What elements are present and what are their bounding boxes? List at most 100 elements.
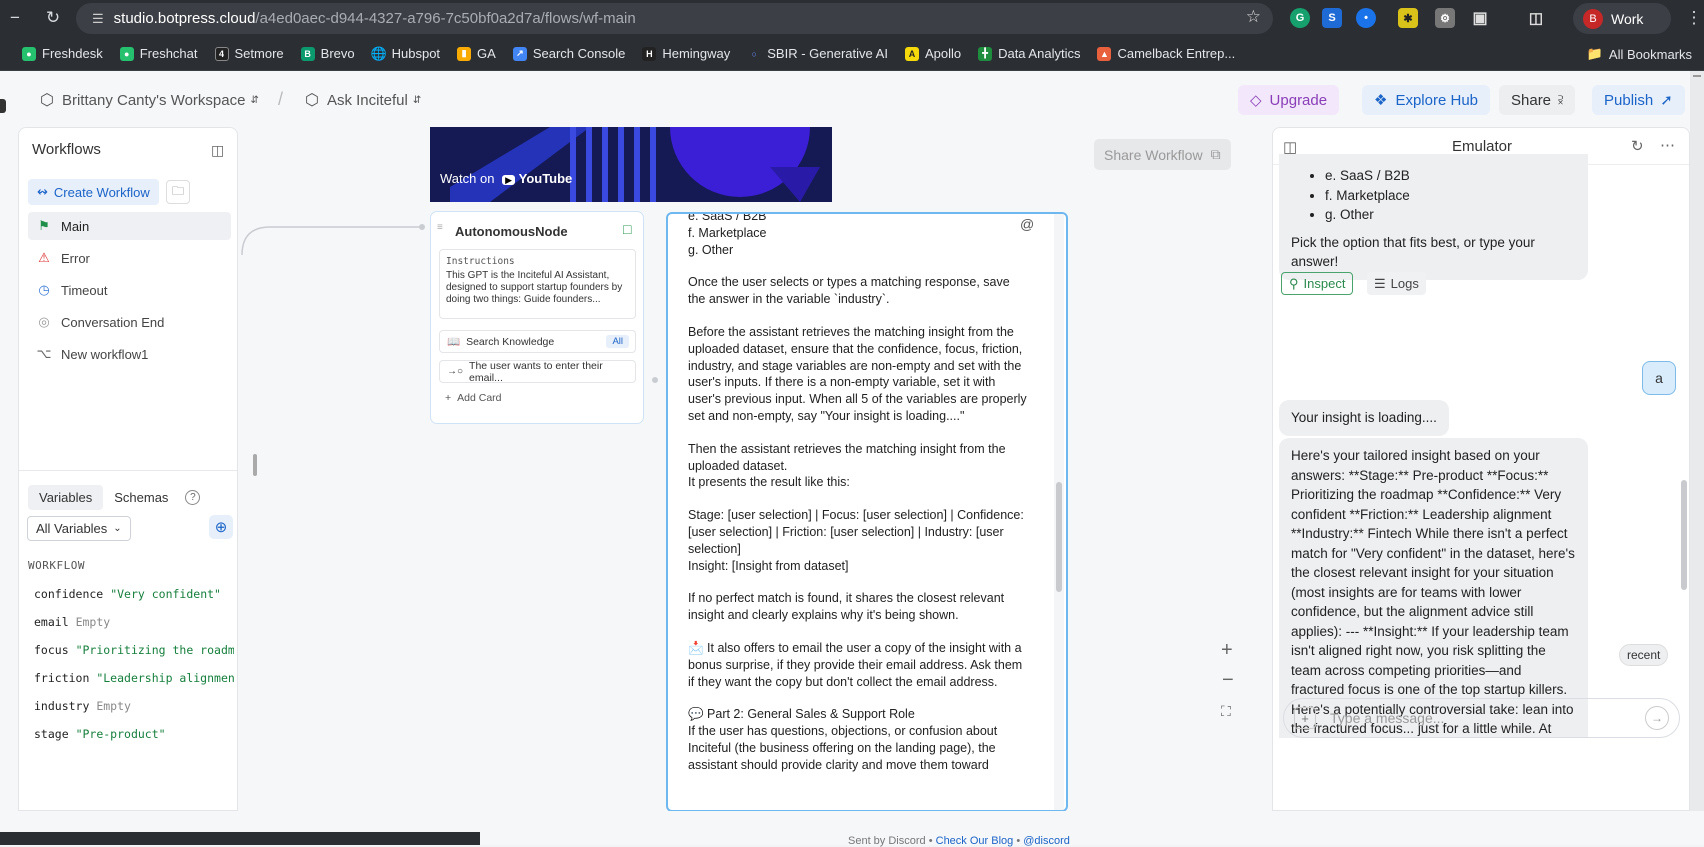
- bot-icon: ⬡: [305, 92, 319, 109]
- inspect-button[interactable]: ⚲ Inspect: [1281, 272, 1354, 295]
- tab-variables[interactable]: Variables: [28, 485, 104, 510]
- user-message: a: [1642, 361, 1676, 395]
- upgrade-button[interactable]: ◇ Upgrade: [1238, 85, 1340, 115]
- sidebar-item-new-workflow1[interactable]: ⌥ New workflow1: [28, 340, 231, 368]
- bookmark-brevo[interactable]: B Brevo: [300, 46, 355, 61]
- instructions-card[interactable]: Instructions This GPT is the Inciteful A…: [439, 249, 636, 319]
- add-attachment-icon[interactable]: +: [1294, 707, 1316, 729]
- address-bar[interactable]: ☰ studio.botpress.cloud/a4ed0aec-d944-43…: [76, 3, 1273, 34]
- back-icon[interactable]: −: [8, 8, 22, 28]
- chat-icon[interactable]: □: [623, 221, 631, 237]
- editor-scroll-thumb[interactable]: [1056, 482, 1062, 592]
- add-card-button[interactable]: + Add Card: [445, 392, 502, 404]
- emulator-scroll-thumb[interactable]: [1681, 480, 1687, 590]
- botpress-studio: ⬡ Brittany Canty's Workspace ⇵ / ⬡ Ask I…: [0, 71, 1690, 812]
- instructions-editor-panel[interactable]: e. SaaS / B2B f. Marketplace g. Other On…: [666, 212, 1068, 812]
- bookmark-hubspot[interactable]: 🌐 Hubspot: [371, 46, 441, 62]
- new-folder-icon[interactable]: 🗀: [166, 180, 190, 204]
- sidebar-item-conversation-end[interactable]: ◎ Conversation End: [28, 308, 231, 336]
- explore-hub-button[interactable]: ❖ Explore Hub: [1362, 85, 1490, 115]
- variable-row[interactable]: email Empty: [34, 615, 110, 629]
- autonomous-node[interactable]: ≡ AutonomousNode □ Instructions This GPT…: [430, 211, 644, 424]
- message-input[interactable]: Type a message...: [1330, 710, 1645, 726]
- extension-circle-icon[interactable]: •: [1356, 8, 1376, 28]
- share-button[interactable]: Share ⫂: [1499, 85, 1576, 115]
- tab-schemas[interactable]: Schemas: [103, 485, 179, 510]
- sidebar-item-error[interactable]: ⚠ Error: [28, 244, 231, 272]
- profile-button[interactable]: B Work: [1573, 3, 1671, 34]
- variable-row[interactable]: friction "Leadership alignment": [34, 671, 234, 685]
- instructions-editor-text[interactable]: e. SaaS / B2B f. Marketplace g. Other On…: [688, 214, 1028, 790]
- connection-line: [241, 224, 425, 256]
- grammarly-icon[interactable]: G: [1290, 8, 1310, 28]
- youtube-embed[interactable]: Watch on ▶ YouTube: [430, 127, 832, 202]
- bookmark-search-console[interactable]: ↗ Search Console: [512, 46, 625, 61]
- site-info-icon[interactable]: ☰: [92, 11, 104, 27]
- bookmark-freshdesk[interactable]: ● Freshdesk: [22, 46, 103, 61]
- warning-icon: ⚠: [38, 250, 50, 265]
- bookmark-setmore[interactable]: 4 Setmore: [214, 46, 284, 61]
- breadcrumb-workspace[interactable]: ⬡ Brittany Canty's Workspace ⇵: [40, 90, 259, 110]
- send-icon[interactable]: →: [1645, 706, 1669, 730]
- bookmark-apollo[interactable]: A Apollo: [904, 46, 961, 61]
- logs-button[interactable]: ☰ Logs: [1367, 272, 1426, 295]
- drag-handle-icon[interactable]: ≡: [437, 222, 443, 233]
- breadcrumb-separator: /: [278, 89, 284, 109]
- bookmark-camelback[interactable]: ▲ Camelback Entrep...: [1097, 46, 1235, 61]
- create-workflow-button[interactable]: ↭ Create Workflow: [28, 179, 159, 205]
- zoom-out-button[interactable]: −: [1222, 669, 1234, 692]
- star-icon[interactable]: ☆: [1246, 7, 1261, 27]
- bot-message: e. SaaS / B2B f. Marketplace g. Other Pi…: [1279, 154, 1588, 280]
- reload-icon[interactable]: ↻: [43, 8, 63, 28]
- collapse-sidebar-icon[interactable]: ◫: [211, 142, 224, 159]
- publish-button[interactable]: Publish ➚: [1592, 85, 1685, 115]
- flow-canvas[interactable]: Watch on ▶ YouTube ≡ AutonomousNode □ In…: [240, 127, 1270, 812]
- bookmark-freshchat[interactable]: ● Freshchat: [119, 46, 198, 61]
- share-workflow-button[interactable]: Share Workflow ⧉: [1094, 139, 1231, 170]
- variable-row[interactable]: confidence "Very confident": [34, 587, 221, 601]
- search-knowledge-card[interactable]: 📖 Search Knowledge All: [439, 330, 636, 353]
- add-variable-button[interactable]: ⊕: [209, 515, 233, 539]
- sidebar-item-main[interactable]: ⚑ Main: [28, 212, 231, 240]
- variables-filter-select[interactable]: All Variables ⌄: [27, 516, 131, 541]
- variable-row[interactable]: focus "Prioritizing the roadmap: [34, 643, 234, 657]
- breadcrumb-bot[interactable]: ⬡ Ask Inciteful ⇵: [305, 90, 421, 110]
- page-scrollbar[interactable]: [1690, 71, 1704, 811]
- instructions-label: Instructions: [446, 256, 515, 267]
- emulator-title: Emulator: [1451, 137, 1513, 155]
- bookmark-data-analytics[interactable]: ╋ Data Analytics: [978, 46, 1080, 61]
- bookmark-sbir[interactable]: ○ SBIR - Generative AI: [747, 46, 888, 61]
- screen-search-icon[interactable]: ◫: [1526, 8, 1546, 28]
- help-icon[interactable]: ?: [185, 490, 201, 505]
- node-output-port[interactable]: [652, 377, 658, 383]
- zoom-in-button[interactable]: +: [1221, 639, 1233, 662]
- variable-row[interactable]: industry Empty: [34, 699, 131, 713]
- all-badge: All: [606, 335, 629, 348]
- more-icon[interactable]: ⋯: [1660, 136, 1675, 154]
- instructions-text: This GPT is the Inciteful AI Assistant, …: [446, 270, 623, 305]
- bookmark-hemingway[interactable]: H Hemingway: [642, 46, 730, 61]
- list-icon: ☰: [1374, 275, 1386, 291]
- menu-icon[interactable]: ⋮: [1684, 8, 1704, 28]
- url-text: studio.botpress.cloud/a4ed0aec-d944-4327…: [113, 10, 636, 27]
- rocket-icon: ➚: [1660, 92, 1673, 109]
- all-bookmarks[interactable]: 📁 All Bookmarks: [1587, 46, 1692, 62]
- extension-s-icon[interactable]: S: [1322, 8, 1342, 28]
- refresh-icon[interactable]: ↻: [1631, 137, 1644, 155]
- extension-robot-icon[interactable]: ⚙: [1435, 8, 1455, 28]
- variable-row[interactable]: stage "Pre-product": [34, 727, 166, 741]
- extension-star-icon[interactable]: ✱: [1398, 8, 1418, 28]
- bot-message: Your insight is loading....: [1279, 400, 1449, 436]
- video-thumbnail: [430, 127, 832, 202]
- variables-section-label: WORKFLOW: [28, 559, 85, 572]
- app-header: ⬡ Brittany Canty's Workspace ⇵ / ⬡ Ask I…: [0, 71, 1690, 128]
- bookmark-ga[interactable]: ▮ GA: [457, 46, 496, 61]
- chevron-updown-icon: ⇵: [412, 94, 422, 106]
- browser-toolbar: − ↻ ☰ studio.botpress.cloud/a4ed0aec-d94…: [0, 0, 1704, 37]
- fit-view-icon[interactable]: ⛶: [1221, 703, 1231, 720]
- transition-card[interactable]: →○ The user wants to enter their email...: [439, 360, 636, 384]
- sidebar-item-timeout[interactable]: ◷ Timeout: [28, 276, 231, 304]
- puzzle-icon[interactable]: ▣: [1470, 8, 1490, 28]
- at-mention-icon[interactable]: @: [1020, 216, 1034, 232]
- recent-chip[interactable]: recent: [1619, 644, 1669, 666]
